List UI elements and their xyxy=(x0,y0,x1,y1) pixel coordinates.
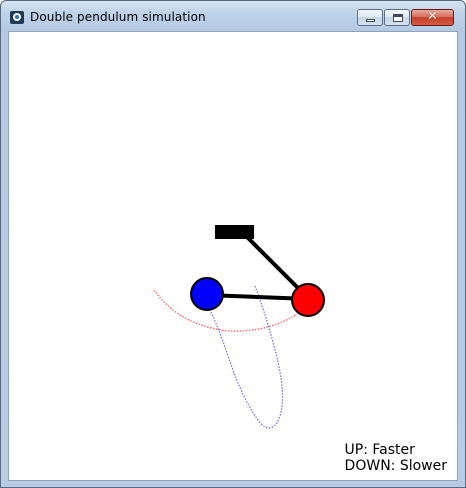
maximize-button[interactable] xyxy=(384,9,410,26)
close-button[interactable]: ✕ xyxy=(411,9,454,26)
simulation-canvas[interactable]: UP: Faster DOWN: Slower xyxy=(8,31,458,481)
app-icon[interactable] xyxy=(10,11,24,24)
window-controls: ✕ xyxy=(357,9,454,27)
hint-up: UP: Faster xyxy=(344,442,415,458)
title-bar[interactable]: Double pendulum simulation ✕ xyxy=(1,1,465,31)
bob-red xyxy=(291,283,325,317)
window-title: Double pendulum simulation xyxy=(30,10,206,24)
minimize-button[interactable] xyxy=(357,9,383,26)
speed-hint: UP: Faster DOWN: Slower xyxy=(345,442,447,474)
trail-blue xyxy=(208,285,284,429)
pendulum-scene xyxy=(153,225,325,429)
close-icon: ✕ xyxy=(427,9,438,24)
bob-blue xyxy=(190,277,224,311)
maximize-icon xyxy=(393,14,403,22)
minimize-icon xyxy=(366,19,375,22)
app-window: Double pendulum simulation ✕ UP: Faster … xyxy=(0,0,466,488)
hint-down: DOWN: Slower xyxy=(344,458,447,474)
